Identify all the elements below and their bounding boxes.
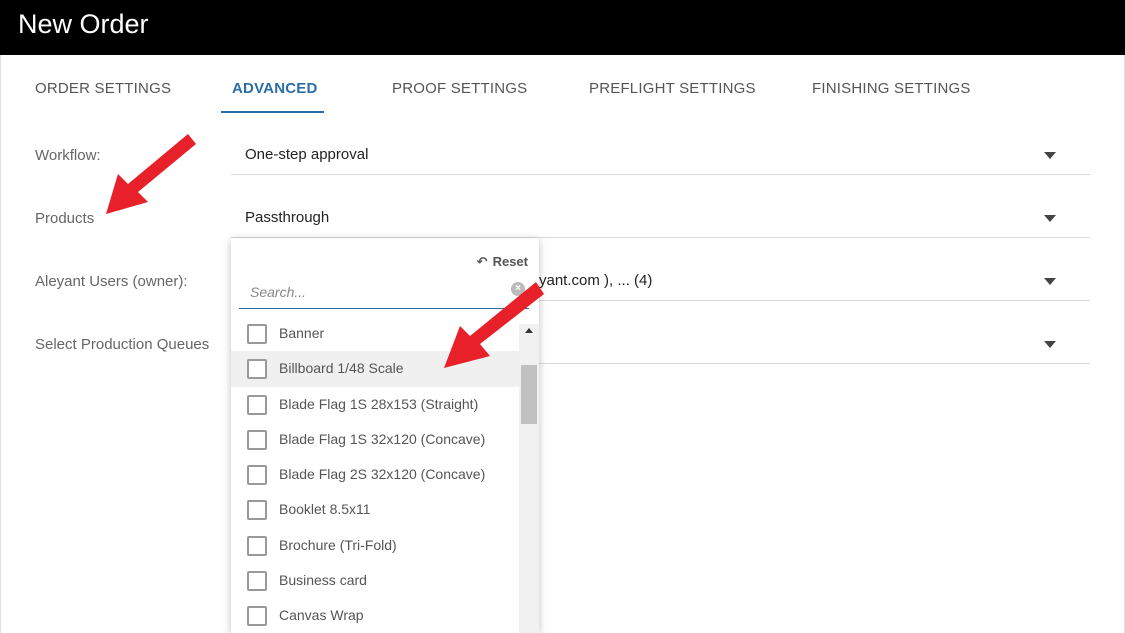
item-label: Blade Flag 1S 32x120 (Concave) [279,430,486,447]
products-value: Passthrough [245,209,330,226]
list-item[interactable]: Blade Flag 2S 32x120 (Concave) [231,457,519,492]
workflow-label: Workflow: [35,147,101,164]
checkbox[interactable] [247,359,267,380]
queues-label: Select Production Queues [35,336,210,353]
checkbox[interactable] [247,535,267,556]
search-input[interactable] [239,278,504,306]
checkbox[interactable] [247,465,267,486]
tab-proof-settings[interactable]: PROOF SETTINGS [392,80,527,97]
tab-order-settings[interactable]: ORDER SETTINGS [35,80,171,97]
tab-advanced[interactable]: ADVANCED [232,80,318,97]
window-title: New Order [18,9,149,39]
workflow-select[interactable]: One-step approval [231,134,1090,175]
workflow-caret-icon [1044,152,1056,159]
products-dropdown-panel: ↶ Reset × Banner Billboard 1/48 Scale Bla… [231,238,539,633]
list-item[interactable]: Blade Flag 1S 28x153 (Straight) [231,387,519,422]
active-tab-indicator [221,111,324,113]
item-label: Blade Flag 1S 28x153 (Straight) [279,395,479,412]
item-label: Booklet 8.5x11 [279,501,371,518]
item-label: Blade Flag 2S 32x120 (Concave) [279,466,486,483]
products-select[interactable]: Passthrough [231,197,1090,238]
list-item[interactable]: Business card [231,563,519,598]
list-item[interactable]: Booklet 8.5x11 [231,492,519,527]
checkbox[interactable] [247,429,267,450]
queues-caret-icon [1044,341,1056,348]
tab-finishing-settings[interactable]: FINISHING SETTINGS [812,80,971,97]
checkbox[interactable] [247,394,267,415]
window-titlebar: New Order [0,0,1125,55]
list-scrollbar[interactable] [519,324,539,633]
item-label: Canvas Wrap [279,607,364,624]
list-item[interactable]: Brochure (Tri-Fold) [231,528,519,563]
item-label: Banner [279,325,325,341]
products-label: Products [35,210,95,227]
checkbox[interactable] [247,571,267,592]
reset-label: Reset [492,254,528,269]
scroll-up-icon[interactable] [525,328,533,333]
list-item[interactable]: Billboard 1/48 Scale [231,351,519,387]
workflow-value: One-step approval [245,146,369,163]
list-item[interactable]: Canvas Wrap [231,598,519,633]
item-label: Brochure (Tri-Fold) [279,536,397,553]
scroll-thumb[interactable] [521,365,537,424]
list-item[interactable]: Blade Flag 1S 32x120 (Concave) [231,422,519,457]
users-value: yant.com ), ... (4) [539,272,653,289]
item-label: Billboard 1/48 Scale [279,360,404,377]
users-caret-icon [1044,278,1056,285]
product-list: Banner Billboard 1/48 Scale Blade Flag 1… [231,316,519,633]
item-label: Business card [279,572,367,589]
reset-button[interactable]: ↶ Reset [477,254,528,270]
checkbox[interactable] [247,500,267,521]
clear-search-icon[interactable]: × [511,282,525,296]
users-label: Aleyant Users (owner): [35,273,188,290]
list-item[interactable]: Banner [231,316,519,351]
undo-icon: ↶ [476,254,488,269]
checkbox[interactable] [247,606,267,627]
search-box: × [239,278,529,309]
tab-preflight-settings[interactable]: PREFLIGHT SETTINGS [589,80,756,97]
products-caret-icon [1044,215,1056,222]
checkbox[interactable] [247,324,267,344]
